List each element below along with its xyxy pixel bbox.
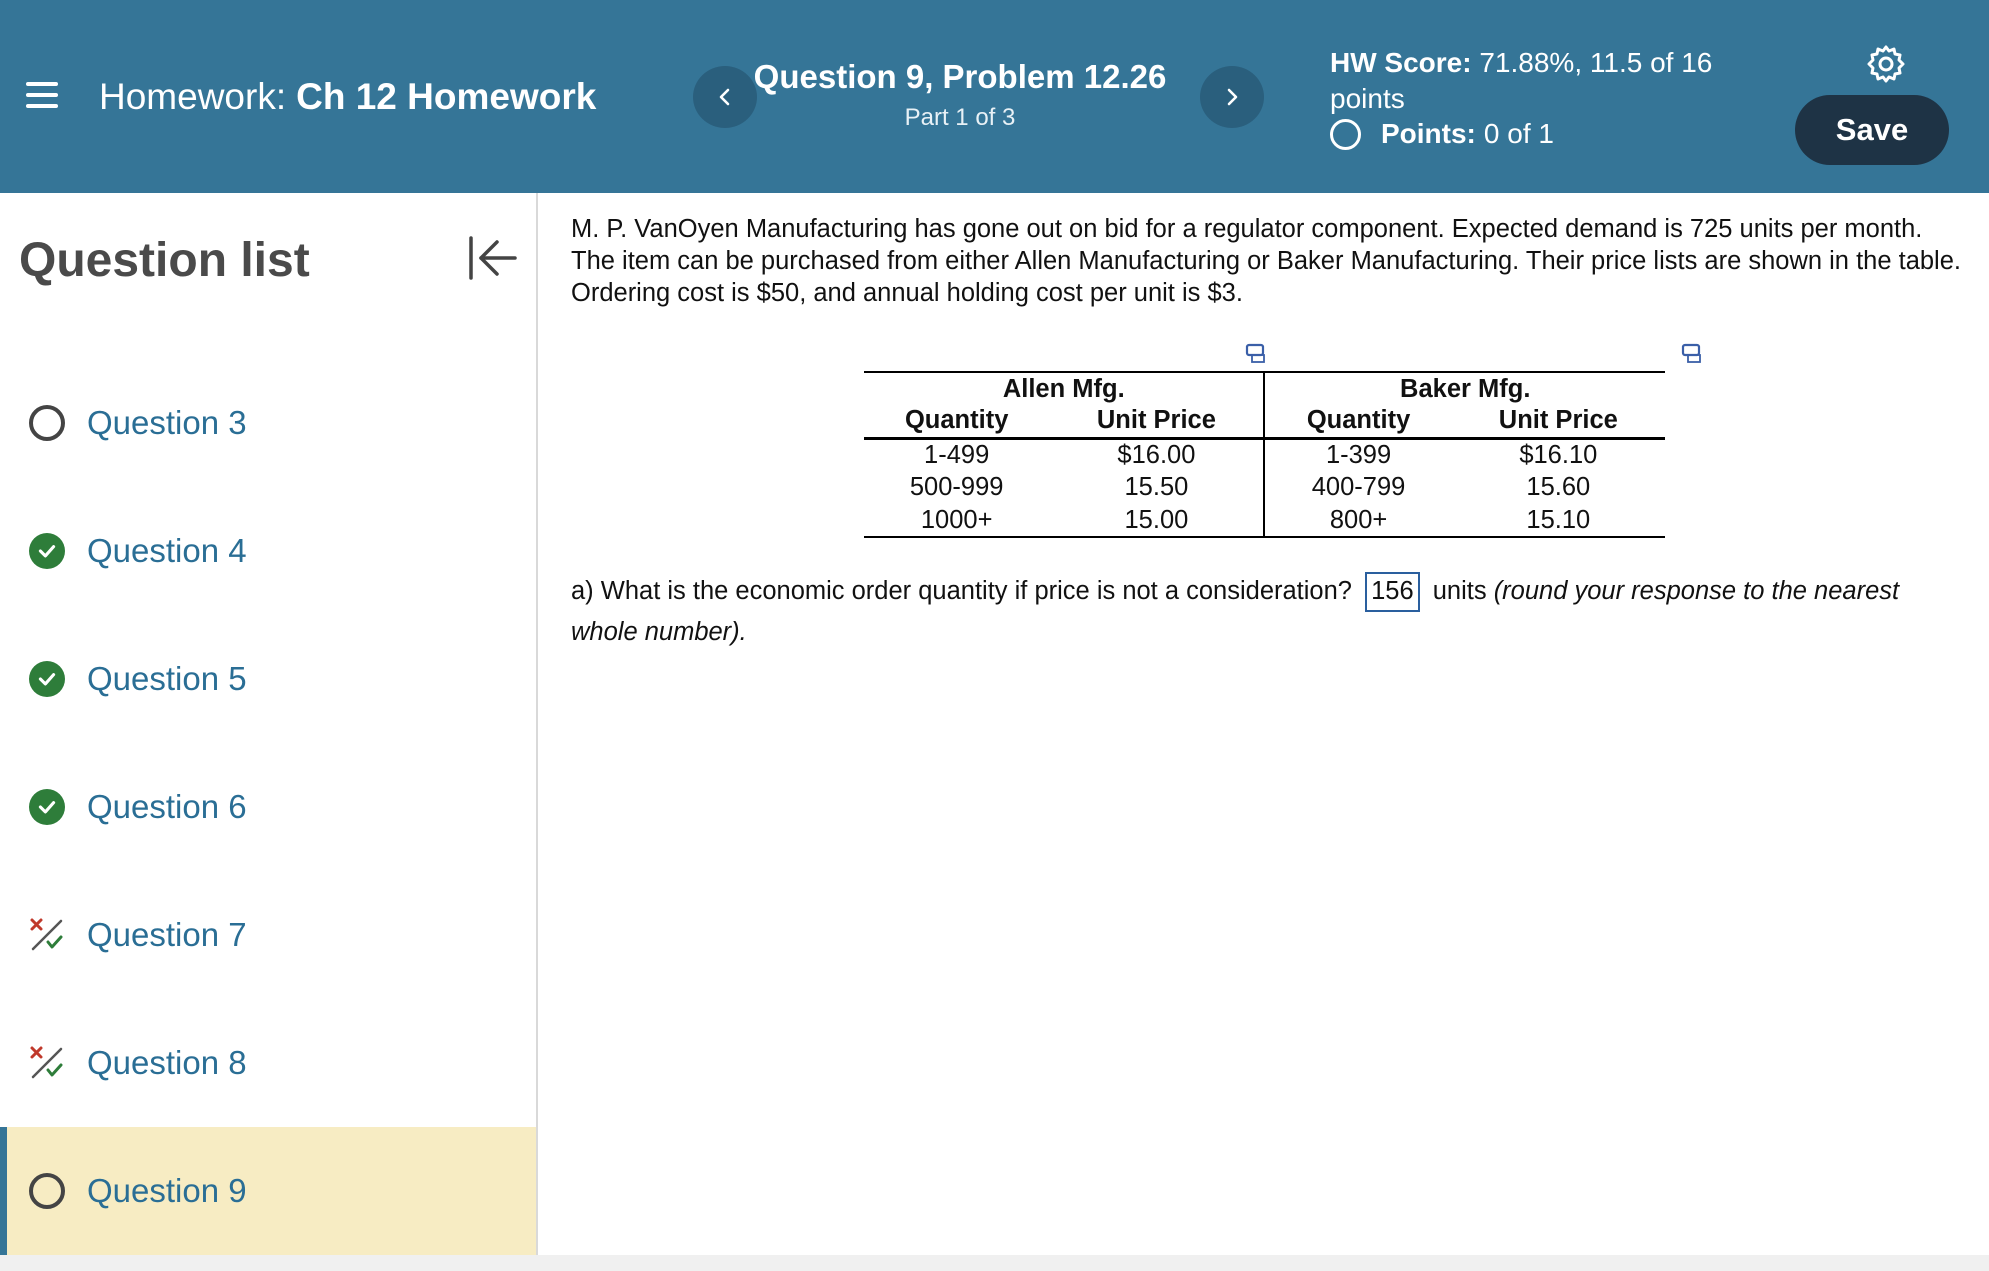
hw-score: HW Score: 71.88%, 11.5 of 16 points xyxy=(1330,45,1750,117)
part-indicator: Part 1 of 3 xyxy=(904,104,1016,131)
column-header: Unit Price xyxy=(1049,405,1266,440)
table-cell: $16.10 xyxy=(1519,440,1598,469)
part-a-prompt: a) What is the economic order quantity i… xyxy=(571,577,1352,605)
table-cell: 500-999 xyxy=(909,473,1004,501)
question-link[interactable]: Question 5 xyxy=(87,660,247,698)
table-cell: 1-499 xyxy=(924,440,990,469)
question-list-title: Question list xyxy=(19,234,310,287)
chevron-left-icon xyxy=(719,88,730,106)
checkmark-icon xyxy=(29,533,65,569)
table-cell: 800+ xyxy=(1264,504,1452,538)
table-cell: 1000+ xyxy=(864,504,1050,538)
question-link[interactable]: Question 7 xyxy=(87,916,247,954)
not-attempted-icon xyxy=(29,405,65,441)
question-link[interactable]: Question 4 xyxy=(87,532,247,570)
points-label: Points: xyxy=(1381,118,1476,149)
status-circle-icon xyxy=(1330,118,1361,150)
question-list-item-6[interactable]: Question 6 xyxy=(0,743,536,871)
column-header: Unit Price xyxy=(1451,405,1665,440)
partial-credit-icon xyxy=(30,1046,63,1079)
question-link[interactable]: Question 9 xyxy=(87,1172,247,1210)
partial-credit-icon xyxy=(30,918,63,951)
table-cell: $16.00 xyxy=(1049,438,1266,471)
hw-score-label: HW Score: xyxy=(1330,47,1472,78)
table-row: 1000+ 15.00 800+ 15.10 xyxy=(864,504,1665,538)
table-cell: 15.00 xyxy=(1049,504,1266,538)
homework-prefix: Homework: xyxy=(99,76,287,117)
vendor-header: Allen Mfg. xyxy=(864,371,1266,405)
homework-title: Homework: Ch 12 Homework xyxy=(99,76,596,118)
question-list-item-8[interactable]: Question 8 xyxy=(0,999,536,1127)
expand-table-icon[interactable] xyxy=(1245,343,1269,365)
top-bar: Homework: Ch 12 Homework Question 9, Prob… xyxy=(0,0,1989,193)
next-question-button[interactable] xyxy=(1200,66,1264,128)
points-status: Points: 0 of 1 xyxy=(1330,118,1554,150)
table-cell: 15.60 xyxy=(1526,473,1591,501)
checkmark-icon xyxy=(29,789,65,825)
homework-name: Ch 12 Homework xyxy=(296,76,597,117)
eoq-answer-input[interactable]: 156 xyxy=(1365,572,1420,613)
bottom-bar xyxy=(0,1255,1989,1271)
part-a-units: units xyxy=(1432,577,1487,605)
table-cell: 400-799 xyxy=(1311,473,1406,501)
not-attempted-icon xyxy=(29,1173,65,1209)
question-list-item-5[interactable]: Question 5 xyxy=(0,615,536,743)
chevron-right-icon xyxy=(1227,88,1238,106)
table-row: 500-999 15.50 400-799 15.60 xyxy=(864,471,1665,504)
price-list-table: Allen Mfg. Baker Mfg. Quantity Unit Pric… xyxy=(864,371,1665,538)
problem-statement: M. P. VanOyen Manufacturing has gone out… xyxy=(571,215,1961,307)
question-list-item-3[interactable]: Question 3 xyxy=(0,359,536,487)
vendor-header: Baker Mfg. xyxy=(1264,371,1665,405)
gear-icon[interactable] xyxy=(1866,44,1906,84)
table-cell: 1-399 xyxy=(1325,440,1392,469)
table-cell: 15.10 xyxy=(1451,504,1665,538)
question-content: M. P. VanOyen Manufacturing has gone out… xyxy=(540,193,1989,1255)
question-link[interactable]: Question 6 xyxy=(87,788,247,826)
points-value: 0 of 1 xyxy=(1483,118,1554,149)
column-header: Quantity xyxy=(1264,405,1452,440)
expand-table-icon[interactable] xyxy=(1681,343,1705,365)
question-list-item-7[interactable]: Question 7 xyxy=(0,871,536,999)
question-list-item-4[interactable]: Question 4 xyxy=(0,487,536,615)
question-link[interactable]: Question 3 xyxy=(87,404,247,442)
question-list-item-9[interactable]: Question 9 xyxy=(0,1127,536,1255)
checkmark-icon xyxy=(29,661,65,697)
hamburger-menu-icon[interactable] xyxy=(26,82,58,110)
question-list-panel: Question list Question 3 Question 4 Ques… xyxy=(0,193,538,1255)
question-title: Question 9, Problem 12.26 xyxy=(753,58,1167,95)
column-header: Quantity xyxy=(864,405,1050,440)
collapse-panel-icon[interactable] xyxy=(467,235,519,281)
table-row: 1-499 $16.00 1-399 $16.10 xyxy=(864,438,1665,471)
question-link[interactable]: Question 8 xyxy=(87,1044,247,1082)
save-button[interactable]: Save xyxy=(1795,95,1949,165)
table-cell: 15.50 xyxy=(1049,471,1266,504)
part-a-question: a) What is the economic order quantity i… xyxy=(571,571,1971,652)
